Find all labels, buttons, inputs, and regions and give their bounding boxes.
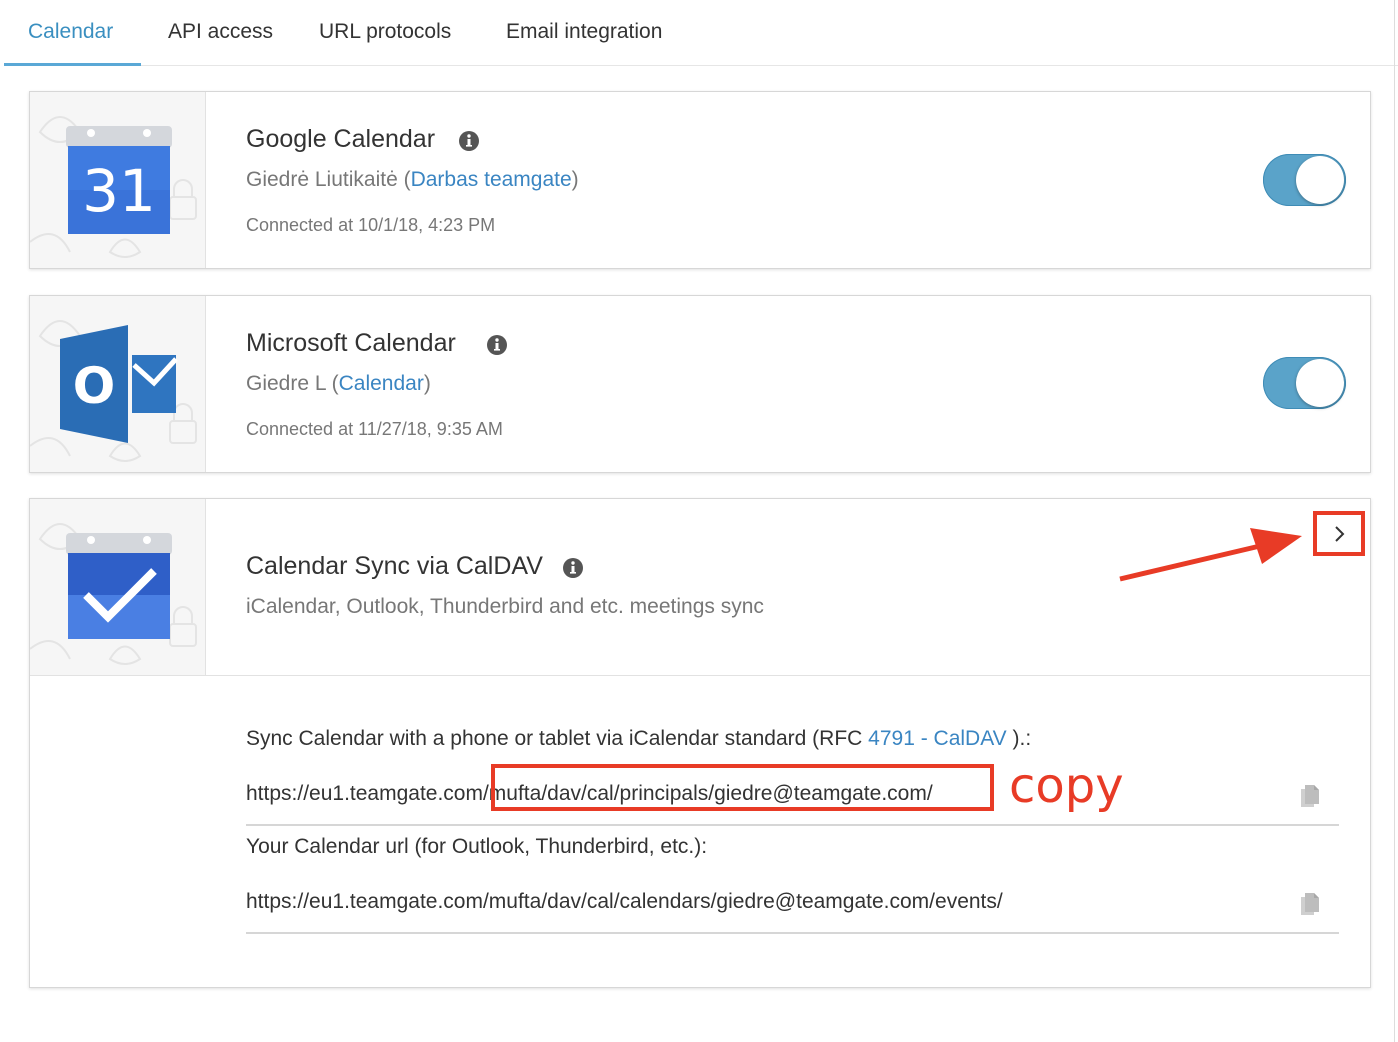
outlook-logo-letter: O [73,357,116,415]
tab-calendar[interactable]: Calendar [28,20,113,44]
calendar-url-label: Your Calendar url (for Outlook, Thunderb… [246,835,708,858]
google-close-paren: ) [571,168,579,191]
google-calendar-title: Google Calendar [246,125,436,153]
microsoft-calendar-title: Microsoft Calendar [246,329,456,357]
microsoft-account-link[interactable]: Calendar [339,372,424,395]
google-logo-day: 31 [82,157,156,225]
google-connected-time: Connected at 10/1/18, 4:23 PM [246,215,496,235]
google-account-line: Giedrė Liutikaitė (Darbas teamgate) [246,168,579,192]
settings-tabs: Calendar API access URL protocols Email … [4,0,1398,66]
copy-icon[interactable] [1300,892,1320,916]
sync-description-text: Sync Calendar with a phone or tablet via… [246,727,869,750]
url-highlight-box [491,764,994,811]
google-logo-panel: 31 [30,92,206,268]
caldav-check-logo [66,533,172,639]
active-tab-indicator [4,63,141,66]
caldav-subtitle: iCalendar, Outlook, Thunderbird and etc.… [246,595,764,618]
google-calendar-card: 31 Google Calendar Giedrė Liutikaitė (Da… [29,91,1371,269]
info-icon[interactable] [459,131,479,151]
calendar-url[interactable]: https://eu1.teamgate.com/mufta/dav/cal/c… [246,890,1003,914]
outlook-logo: O [60,325,178,443]
google-account-link[interactable]: Darbas teamgate [411,168,572,191]
toggle-knob [1296,359,1344,407]
chevron-right-icon [1335,525,1345,542]
google-calendar-logo: 31 [66,126,172,234]
caldav-sync-description: Sync Calendar with a phone or tablet via… [246,727,1031,751]
microsoft-close-paren: ) [423,372,431,395]
info-icon[interactable] [563,558,583,578]
microsoft-calendar-card: O Microsoft Calendar Giedre L (Calendar)… [29,295,1371,473]
caldav-logo-panel [30,499,206,675]
info-icon[interactable] [487,335,507,355]
microsoft-logo-panel: O [30,296,206,472]
microsoft-user-name: Giedre L ( [246,372,339,395]
google-user-name: Giedrė Liutikaitė ( [246,168,411,191]
microsoft-connected-time: Connected at 11/27/18, 9:35 AM [246,419,503,439]
toggle-knob [1296,156,1344,204]
caldav-details: Sync Calendar with a phone or tablet via… [30,675,1370,987]
microsoft-sync-toggle[interactable] [1263,357,1346,409]
annotation-arrow [1119,528,1302,582]
tab-api-access[interactable]: API access [168,20,273,44]
copy-annotation: copy [1009,758,1124,814]
collapse-button[interactable] [1313,511,1365,556]
rfc-link[interactable]: 4791 - CalDAV [868,727,1007,750]
copy-icon[interactable] [1300,784,1320,808]
scroll-edge [1394,0,1395,1042]
sync-description-end: ).: [1006,727,1032,750]
calendar-url-field[interactable]: https://eu1.teamgate.com/mufta/dav/cal/c… [246,878,1339,934]
principal-url-field[interactable]: https://eu1.teamgate.com/mufta/dav/cal/p… [246,758,1339,826]
caldav-title: Calendar Sync via CalDAV [246,552,543,580]
google-sync-toggle[interactable] [1263,154,1346,206]
microsoft-account-line: Giedre L (Calendar) [246,372,431,396]
tab-url-protocols[interactable]: URL protocols [319,20,451,44]
tab-email-integration[interactable]: Email integration [506,20,662,44]
